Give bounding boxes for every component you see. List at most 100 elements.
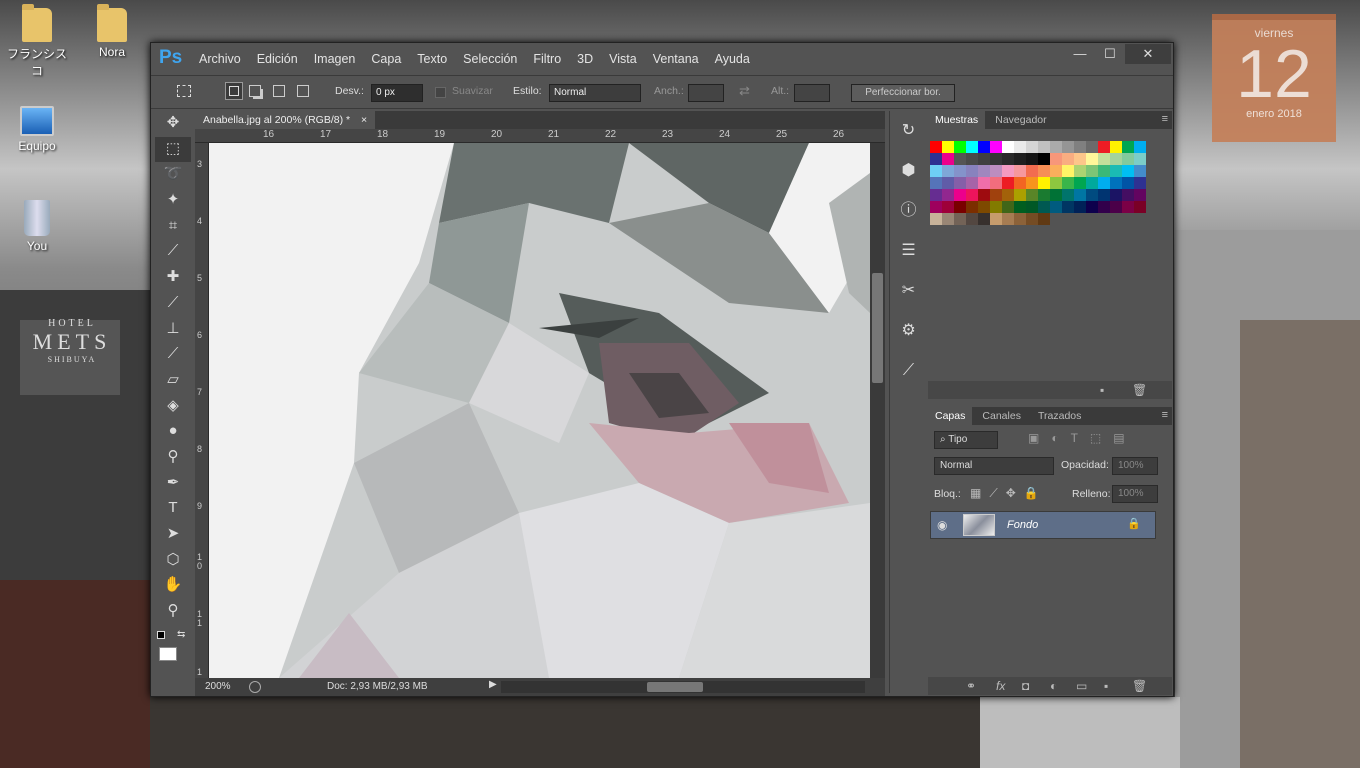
brush-presets-icon[interactable]: ⟋ bbox=[890, 351, 927, 391]
color-swatch[interactable] bbox=[1026, 153, 1038, 165]
subtract-selection-icon[interactable] bbox=[273, 85, 285, 97]
layer-row-fondo[interactable]: ◉ Fondo 🔒 bbox=[930, 511, 1156, 539]
color-swatch[interactable] bbox=[1050, 189, 1062, 201]
eyedropper-icon[interactable]: ⟋ bbox=[155, 239, 191, 265]
color-swatch[interactable] bbox=[1110, 165, 1122, 177]
close-button[interactable]: ✕ bbox=[1125, 44, 1171, 64]
color-swatch[interactable] bbox=[1086, 201, 1098, 213]
tab-trazados[interactable]: Trazados bbox=[1031, 407, 1088, 425]
color-swatch[interactable] bbox=[966, 153, 978, 165]
color-swatch[interactable] bbox=[1086, 153, 1098, 165]
new-swatch-icon[interactable]: ▪ bbox=[1100, 383, 1104, 397]
color-swatch[interactable] bbox=[966, 189, 978, 201]
color-swatch[interactable] bbox=[1062, 153, 1074, 165]
color-swatch[interactable] bbox=[1050, 153, 1062, 165]
zoom-level-field[interactable]: 200% bbox=[205, 681, 231, 692]
dodge-icon[interactable]: ⚲ bbox=[155, 445, 191, 471]
lock-icons[interactable]: ▦⟋✥🔒 bbox=[970, 486, 1047, 501]
color-swatch[interactable] bbox=[966, 177, 978, 189]
color-swatch[interactable] bbox=[1098, 189, 1110, 201]
color-swatch[interactable] bbox=[1002, 165, 1014, 177]
color-swatch[interactable] bbox=[1014, 201, 1026, 213]
opacity-input[interactable]: 100% bbox=[1112, 457, 1158, 475]
menu-archivo[interactable]: Archivo bbox=[199, 52, 241, 66]
clone-stamp-icon[interactable]: ⊥ bbox=[155, 317, 191, 343]
menu-filtro[interactable]: Filtro bbox=[533, 52, 561, 66]
color-swatch[interactable] bbox=[990, 177, 1002, 189]
color-swatch[interactable] bbox=[1134, 165, 1146, 177]
layer-filter-select[interactable]: ⌕ Tipo bbox=[934, 431, 998, 449]
menu-vista[interactable]: Vista bbox=[609, 52, 637, 66]
color-swatch[interactable] bbox=[1134, 189, 1146, 201]
menu-texto[interactable]: Texto bbox=[417, 52, 447, 66]
panel-menu-icon[interactable]: ≡ bbox=[1162, 409, 1168, 421]
color-swatch[interactable] bbox=[1002, 153, 1014, 165]
color-swatch[interactable] bbox=[1086, 177, 1098, 189]
color-swatches-icon[interactable]: ⇆ bbox=[155, 625, 191, 669]
shape-icon[interactable]: ⬡ bbox=[155, 548, 191, 574]
color-swatch[interactable] bbox=[978, 141, 990, 153]
color-swatch[interactable] bbox=[978, 153, 990, 165]
lasso-icon[interactable]: ➰ bbox=[155, 162, 191, 188]
menu-seleccion[interactable]: Selección bbox=[463, 52, 517, 66]
color-swatch[interactable] bbox=[1062, 177, 1074, 189]
document-tab[interactable]: Anabella.jpg al 200% (RGB/8) * × bbox=[195, 111, 376, 129]
link-icon[interactable]: ⚭ bbox=[966, 679, 976, 693]
color-swatch[interactable] bbox=[930, 141, 942, 153]
color-swatch[interactable] bbox=[1050, 141, 1062, 153]
height-input[interactable] bbox=[794, 84, 830, 102]
color-swatch[interactable] bbox=[1038, 201, 1050, 213]
width-input[interactable] bbox=[688, 84, 724, 102]
color-swatch[interactable] bbox=[954, 153, 966, 165]
color-swatch[interactable] bbox=[990, 189, 1002, 201]
color-swatch[interactable] bbox=[978, 165, 990, 177]
color-swatch[interactable] bbox=[930, 189, 942, 201]
swap-icon[interactable]: ⇄ bbox=[739, 83, 750, 99]
color-swatch[interactable] bbox=[1002, 189, 1014, 201]
color-swatch[interactable] bbox=[966, 213, 978, 225]
rectangular-marquee-icon[interactable]: ⬚ bbox=[155, 136, 191, 163]
eye-icon[interactable]: ◉ bbox=[937, 518, 947, 532]
color-swatch[interactable] bbox=[1038, 189, 1050, 201]
color-swatch[interactable] bbox=[990, 213, 1002, 225]
color-swatch[interactable] bbox=[1038, 165, 1050, 177]
color-swatch[interactable] bbox=[1110, 141, 1122, 153]
color-swatch[interactable] bbox=[1086, 141, 1098, 153]
color-swatch[interactable] bbox=[1026, 177, 1038, 189]
adjustment-icon[interactable]: ◐ bbox=[1050, 679, 1057, 693]
color-swatch[interactable] bbox=[1026, 189, 1038, 201]
color-swatch[interactable] bbox=[1134, 141, 1146, 153]
type-tool-icon[interactable]: T bbox=[155, 496, 191, 522]
color-swatch[interactable] bbox=[1062, 141, 1074, 153]
desktop-icon-you[interactable]: You bbox=[2, 200, 72, 253]
tool-presets-icon[interactable]: ✂ bbox=[890, 271, 927, 311]
color-swatch[interactable] bbox=[1026, 141, 1038, 153]
color-swatch[interactable] bbox=[1122, 165, 1134, 177]
color-swatch[interactable] bbox=[966, 165, 978, 177]
style-select[interactable]: Normal bbox=[549, 84, 641, 102]
color-swatch[interactable] bbox=[1086, 165, 1098, 177]
color-swatch[interactable] bbox=[1002, 141, 1014, 153]
status-arrow-icon[interactable]: ▶ bbox=[489, 679, 497, 690]
properties-icon[interactable]: ⚙ bbox=[890, 311, 927, 351]
color-swatch[interactable] bbox=[930, 153, 942, 165]
color-swatch[interactable] bbox=[978, 201, 990, 213]
desktop-icon-equipo[interactable]: Equipo bbox=[2, 106, 72, 153]
color-swatch[interactable] bbox=[1026, 213, 1038, 225]
tab-canales[interactable]: Canales bbox=[975, 407, 1028, 425]
color-swatch[interactable] bbox=[1098, 141, 1110, 153]
color-swatch[interactable] bbox=[1134, 153, 1146, 165]
actions-icon[interactable]: ☰ bbox=[890, 231, 927, 271]
color-swatch[interactable] bbox=[1074, 177, 1086, 189]
color-swatch[interactable] bbox=[1002, 177, 1014, 189]
blend-mode-select[interactable]: Normal bbox=[934, 457, 1054, 475]
color-swatch[interactable] bbox=[1014, 165, 1026, 177]
group-folder-icon[interactable]: ▭ bbox=[1076, 679, 1087, 693]
color-swatch[interactable] bbox=[990, 165, 1002, 177]
fill-input[interactable]: 100% bbox=[1112, 485, 1158, 503]
color-swatch[interactable] bbox=[1026, 201, 1038, 213]
color-swatch[interactable] bbox=[1110, 153, 1122, 165]
3d-icon[interactable]: ⬢ bbox=[890, 151, 927, 191]
color-swatch[interactable] bbox=[1014, 141, 1026, 153]
color-swatch[interactable] bbox=[1122, 177, 1134, 189]
